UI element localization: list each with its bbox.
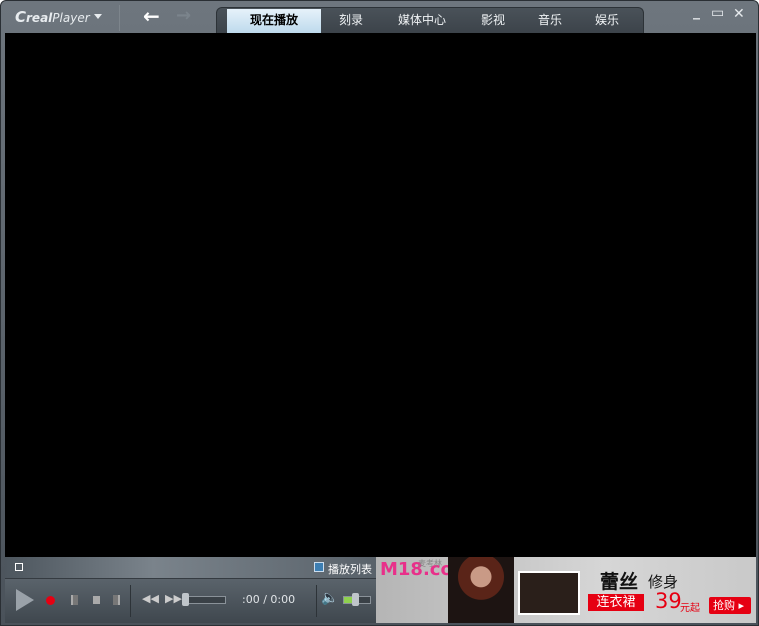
tab-music[interactable]: 音乐 xyxy=(526,9,574,34)
logo-c: C xyxy=(15,8,27,26)
stop-icon[interactable] xyxy=(93,596,100,604)
logo-player: Player xyxy=(52,11,90,25)
ad-model-image xyxy=(448,557,514,623)
advertisement-banner[interactable]: M18.com 麦考林 蕾丝 修身 连衣裙 39 元起 抢购 ▸ xyxy=(376,557,756,623)
record-icon[interactable] xyxy=(46,596,55,605)
ad-product: 连衣裙 xyxy=(588,594,644,611)
volume-icon[interactable]: 🔈 xyxy=(321,590,338,606)
ad-product-image xyxy=(518,571,580,615)
title-bar: CrealPlayer ← → 现在播放 刻录 媒体中心 影视 音乐 娱乐 _ … xyxy=(1,1,758,34)
tab-now-playing[interactable]: 现在播放 xyxy=(227,9,321,34)
ad-headline-a: 蕾丝 xyxy=(600,571,639,593)
playlist-button[interactable]: 播放列表 xyxy=(328,561,372,577)
tab-video[interactable]: 影视 xyxy=(469,9,517,34)
play-icon[interactable] xyxy=(16,589,34,611)
ad-buy-button[interactable]: 抢购 ▸ xyxy=(709,597,751,614)
realplayer-window: CrealPlayer ← → 现在播放 刻录 媒体中心 影视 音乐 娱乐 _ … xyxy=(0,0,759,626)
divider xyxy=(119,5,120,31)
next-icon[interactable] xyxy=(113,595,120,605)
minimize-button[interactable]: _ xyxy=(693,4,700,20)
playlist-icon[interactable] xyxy=(314,562,324,572)
fast-forward-icon[interactable]: ▶▶ xyxy=(165,592,182,605)
time-display: :00 / 0:00 xyxy=(242,593,296,606)
ad-brand-cn: 麦考林 xyxy=(418,559,442,568)
previous-icon[interactable] xyxy=(71,595,78,605)
tab-entertainment[interactable]: 娱乐 xyxy=(583,9,631,34)
maximize-button[interactable]: ▭ xyxy=(711,5,724,21)
tab-library[interactable]: 媒体中心 xyxy=(387,9,457,34)
tab-bar: 现在播放 刻录 媒体中心 影视 音乐 娱乐 xyxy=(216,7,644,34)
back-arrow-icon[interactable]: ← xyxy=(143,4,160,28)
seek-handle[interactable] xyxy=(182,593,189,606)
logo-real: real xyxy=(26,11,53,25)
ad-price: 39 xyxy=(655,589,682,613)
rewind-icon[interactable]: ◀◀ xyxy=(142,592,159,605)
tab-burn[interactable]: 刻录 xyxy=(327,9,375,34)
volume-handle[interactable] xyxy=(352,593,359,606)
ad-buy-label: 抢购 xyxy=(713,599,735,612)
seek-slider[interactable] xyxy=(183,596,226,604)
divider xyxy=(130,585,131,617)
close-button[interactable]: ✕ xyxy=(733,6,745,22)
menu-dropdown-icon[interactable] xyxy=(94,14,102,19)
divider xyxy=(316,585,317,617)
video-area[interactable] xyxy=(5,33,756,557)
control-panel: 播放列表 ◀◀ ▶▶ :00 / 0:00 🔈 xyxy=(5,557,376,623)
toggle-view-icon[interactable] xyxy=(15,563,23,571)
realplayer-logo[interactable]: CrealPlayer xyxy=(15,8,90,26)
ad-price-suffix: 元起 xyxy=(680,603,700,614)
forward-arrow-icon[interactable]: → xyxy=(176,5,191,26)
